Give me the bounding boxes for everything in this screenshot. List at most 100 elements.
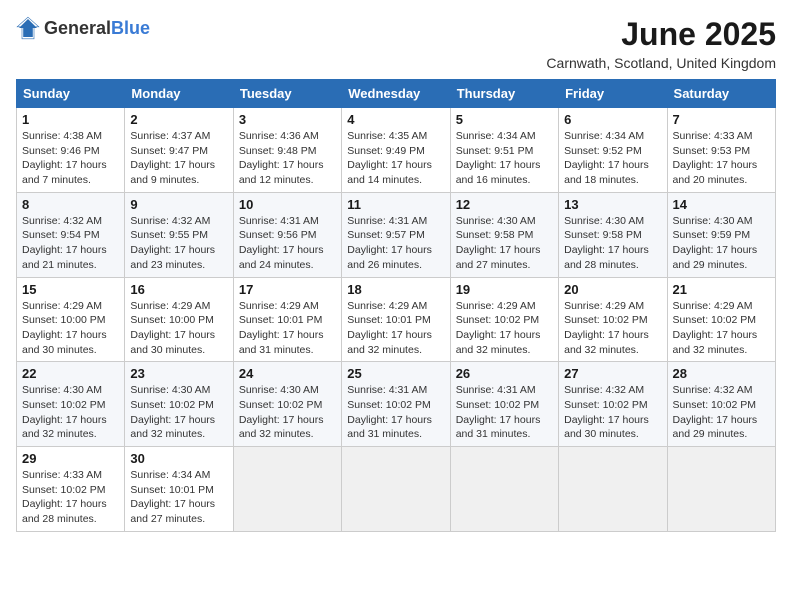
day-info: Sunrise: 4:29 AM Sunset: 10:00 PM Daylig… — [22, 299, 119, 358]
day-info: Sunrise: 4:31 AM Sunset: 9:56 PM Dayligh… — [239, 214, 336, 273]
logo-text: GeneralBlue — [44, 18, 150, 39]
calendar-week-4: 22 Sunrise: 4:30 AM Sunset: 10:02 PM Day… — [17, 362, 776, 447]
calendar-cell: 11 Sunrise: 4:31 AM Sunset: 9:57 PM Dayl… — [342, 192, 450, 277]
day-info: Sunrise: 4:29 AM Sunset: 10:02 PM Daylig… — [456, 299, 553, 358]
calendar-cell: 6 Sunrise: 4:34 AM Sunset: 9:52 PM Dayli… — [559, 108, 667, 193]
day-number: 4 — [347, 112, 444, 127]
calendar-cell: 13 Sunrise: 4:30 AM Sunset: 9:58 PM Dayl… — [559, 192, 667, 277]
header-tuesday: Tuesday — [233, 80, 341, 108]
calendar-cell: 17 Sunrise: 4:29 AM Sunset: 10:01 PM Day… — [233, 277, 341, 362]
calendar-cell: 7 Sunrise: 4:33 AM Sunset: 9:53 PM Dayli… — [667, 108, 775, 193]
day-number: 30 — [130, 451, 227, 466]
day-number: 8 — [22, 197, 119, 212]
calendar-cell: 30 Sunrise: 4:34 AM Sunset: 10:01 PM Day… — [125, 447, 233, 532]
day-number: 17 — [239, 282, 336, 297]
header-sunday: Sunday — [17, 80, 125, 108]
calendar-cell: 12 Sunrise: 4:30 AM Sunset: 9:58 PM Dayl… — [450, 192, 558, 277]
calendar-cell: 28 Sunrise: 4:32 AM Sunset: 10:02 PM Day… — [667, 362, 775, 447]
calendar-cell: 9 Sunrise: 4:32 AM Sunset: 9:55 PM Dayli… — [125, 192, 233, 277]
calendar-week-5: 29 Sunrise: 4:33 AM Sunset: 10:02 PM Day… — [17, 447, 776, 532]
calendar-cell — [667, 447, 775, 532]
calendar-cell: 3 Sunrise: 4:36 AM Sunset: 9:48 PM Dayli… — [233, 108, 341, 193]
day-info: Sunrise: 4:31 AM Sunset: 10:02 PM Daylig… — [347, 383, 444, 442]
calendar-cell: 29 Sunrise: 4:33 AM Sunset: 10:02 PM Day… — [17, 447, 125, 532]
calendar-cell: 10 Sunrise: 4:31 AM Sunset: 9:56 PM Dayl… — [233, 192, 341, 277]
calendar-week-3: 15 Sunrise: 4:29 AM Sunset: 10:00 PM Day… — [17, 277, 776, 362]
day-number: 1 — [22, 112, 119, 127]
day-number: 18 — [347, 282, 444, 297]
day-info: Sunrise: 4:33 AM Sunset: 9:53 PM Dayligh… — [673, 129, 770, 188]
calendar-cell: 25 Sunrise: 4:31 AM Sunset: 10:02 PM Day… — [342, 362, 450, 447]
header-saturday: Saturday — [667, 80, 775, 108]
calendar-week-2: 8 Sunrise: 4:32 AM Sunset: 9:54 PM Dayli… — [17, 192, 776, 277]
day-info: Sunrise: 4:30 AM Sunset: 10:02 PM Daylig… — [22, 383, 119, 442]
calendar-cell: 8 Sunrise: 4:32 AM Sunset: 9:54 PM Dayli… — [17, 192, 125, 277]
logo-icon — [16, 16, 40, 40]
calendar-cell: 22 Sunrise: 4:30 AM Sunset: 10:02 PM Day… — [17, 362, 125, 447]
day-number: 19 — [456, 282, 553, 297]
calendar-cell: 14 Sunrise: 4:30 AM Sunset: 9:59 PM Dayl… — [667, 192, 775, 277]
day-info: Sunrise: 4:29 AM Sunset: 10:01 PM Daylig… — [347, 299, 444, 358]
calendar-cell: 20 Sunrise: 4:29 AM Sunset: 10:02 PM Day… — [559, 277, 667, 362]
calendar-week-1: 1 Sunrise: 4:38 AM Sunset: 9:46 PM Dayli… — [17, 108, 776, 193]
month-title: June 2025 — [546, 16, 776, 53]
page-header: GeneralBlue June 2025 Carnwath, Scotland… — [16, 16, 776, 71]
day-info: Sunrise: 4:32 AM Sunset: 9:55 PM Dayligh… — [130, 214, 227, 273]
day-info: Sunrise: 4:29 AM Sunset: 10:02 PM Daylig… — [673, 299, 770, 358]
day-number: 22 — [22, 366, 119, 381]
day-info: Sunrise: 4:30 AM Sunset: 10:02 PM Daylig… — [239, 383, 336, 442]
calendar-cell: 4 Sunrise: 4:35 AM Sunset: 9:49 PM Dayli… — [342, 108, 450, 193]
calendar-cell: 21 Sunrise: 4:29 AM Sunset: 10:02 PM Day… — [667, 277, 775, 362]
calendar-cell: 1 Sunrise: 4:38 AM Sunset: 9:46 PM Dayli… — [17, 108, 125, 193]
title-block: June 2025 Carnwath, Scotland, United Kin… — [546, 16, 776, 71]
day-info: Sunrise: 4:33 AM Sunset: 10:02 PM Daylig… — [22, 468, 119, 527]
day-number: 21 — [673, 282, 770, 297]
calendar-cell: 27 Sunrise: 4:32 AM Sunset: 10:02 PM Day… — [559, 362, 667, 447]
day-info: Sunrise: 4:38 AM Sunset: 9:46 PM Dayligh… — [22, 129, 119, 188]
calendar-cell: 23 Sunrise: 4:30 AM Sunset: 10:02 PM Day… — [125, 362, 233, 447]
day-number: 10 — [239, 197, 336, 212]
day-info: Sunrise: 4:34 AM Sunset: 10:01 PM Daylig… — [130, 468, 227, 527]
day-info: Sunrise: 4:30 AM Sunset: 9:58 PM Dayligh… — [456, 214, 553, 273]
header-thursday: Thursday — [450, 80, 558, 108]
day-number: 25 — [347, 366, 444, 381]
calendar-cell — [342, 447, 450, 532]
calendar-cell: 5 Sunrise: 4:34 AM Sunset: 9:51 PM Dayli… — [450, 108, 558, 193]
calendar-cell: 16 Sunrise: 4:29 AM Sunset: 10:00 PM Day… — [125, 277, 233, 362]
day-number: 7 — [673, 112, 770, 127]
day-info: Sunrise: 4:32 AM Sunset: 10:02 PM Daylig… — [673, 383, 770, 442]
day-number: 29 — [22, 451, 119, 466]
logo: GeneralBlue — [16, 16, 150, 40]
calendar-cell: 19 Sunrise: 4:29 AM Sunset: 10:02 PM Day… — [450, 277, 558, 362]
day-number: 20 — [564, 282, 661, 297]
header-wednesday: Wednesday — [342, 80, 450, 108]
calendar-cell: 18 Sunrise: 4:29 AM Sunset: 10:01 PM Day… — [342, 277, 450, 362]
day-number: 5 — [456, 112, 553, 127]
day-info: Sunrise: 4:30 AM Sunset: 9:58 PM Dayligh… — [564, 214, 661, 273]
day-info: Sunrise: 4:29 AM Sunset: 10:00 PM Daylig… — [130, 299, 227, 358]
day-number: 13 — [564, 197, 661, 212]
calendar-cell: 2 Sunrise: 4:37 AM Sunset: 9:47 PM Dayli… — [125, 108, 233, 193]
header-monday: Monday — [125, 80, 233, 108]
calendar-table: Sunday Monday Tuesday Wednesday Thursday… — [16, 79, 776, 532]
day-info: Sunrise: 4:34 AM Sunset: 9:51 PM Dayligh… — [456, 129, 553, 188]
calendar-cell: 24 Sunrise: 4:30 AM Sunset: 10:02 PM Day… — [233, 362, 341, 447]
day-info: Sunrise: 4:30 AM Sunset: 9:59 PM Dayligh… — [673, 214, 770, 273]
calendar-cell — [233, 447, 341, 532]
calendar-cell — [559, 447, 667, 532]
day-number: 24 — [239, 366, 336, 381]
day-number: 6 — [564, 112, 661, 127]
calendar-cell: 15 Sunrise: 4:29 AM Sunset: 10:00 PM Day… — [17, 277, 125, 362]
day-info: Sunrise: 4:32 AM Sunset: 9:54 PM Dayligh… — [22, 214, 119, 273]
day-info: Sunrise: 4:30 AM Sunset: 10:02 PM Daylig… — [130, 383, 227, 442]
header-friday: Friday — [559, 80, 667, 108]
day-info: Sunrise: 4:31 AM Sunset: 10:02 PM Daylig… — [456, 383, 553, 442]
day-number: 11 — [347, 197, 444, 212]
day-info: Sunrise: 4:32 AM Sunset: 10:02 PM Daylig… — [564, 383, 661, 442]
day-info: Sunrise: 4:29 AM Sunset: 10:01 PM Daylig… — [239, 299, 336, 358]
day-number: 27 — [564, 366, 661, 381]
day-number: 16 — [130, 282, 227, 297]
day-number: 3 — [239, 112, 336, 127]
location: Carnwath, Scotland, United Kingdom — [546, 55, 776, 71]
day-number: 23 — [130, 366, 227, 381]
